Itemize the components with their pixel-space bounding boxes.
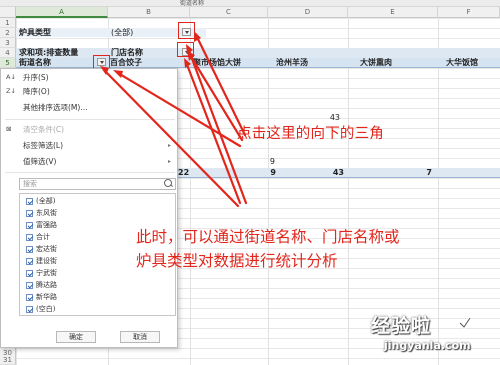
- watermark-url: jingyanla.com: [384, 339, 471, 352]
- watermark-check-icon: [458, 317, 472, 330]
- annotation-click-triangle: 点击这里的向下的三角: [237, 126, 384, 142]
- annotation-analysis-line2: 炉具类型对数据进行统计分析: [136, 252, 338, 270]
- annotation-arrow: [102, 68, 240, 208]
- annotation-arrowhead: [113, 70, 123, 78]
- annotation-arrow: [194, 33, 247, 137]
- annotation-arrow: [188, 53, 244, 142]
- annotation-analysis-line1: 此时，可以通过街道名称、门店名称或: [136, 228, 400, 246]
- watermark-name: 经验啦: [371, 315, 432, 337]
- annotation-analysis-hint: 此时，可以通过街道名称、门店名称或 炉具类型对数据进行统计分析: [136, 225, 400, 273]
